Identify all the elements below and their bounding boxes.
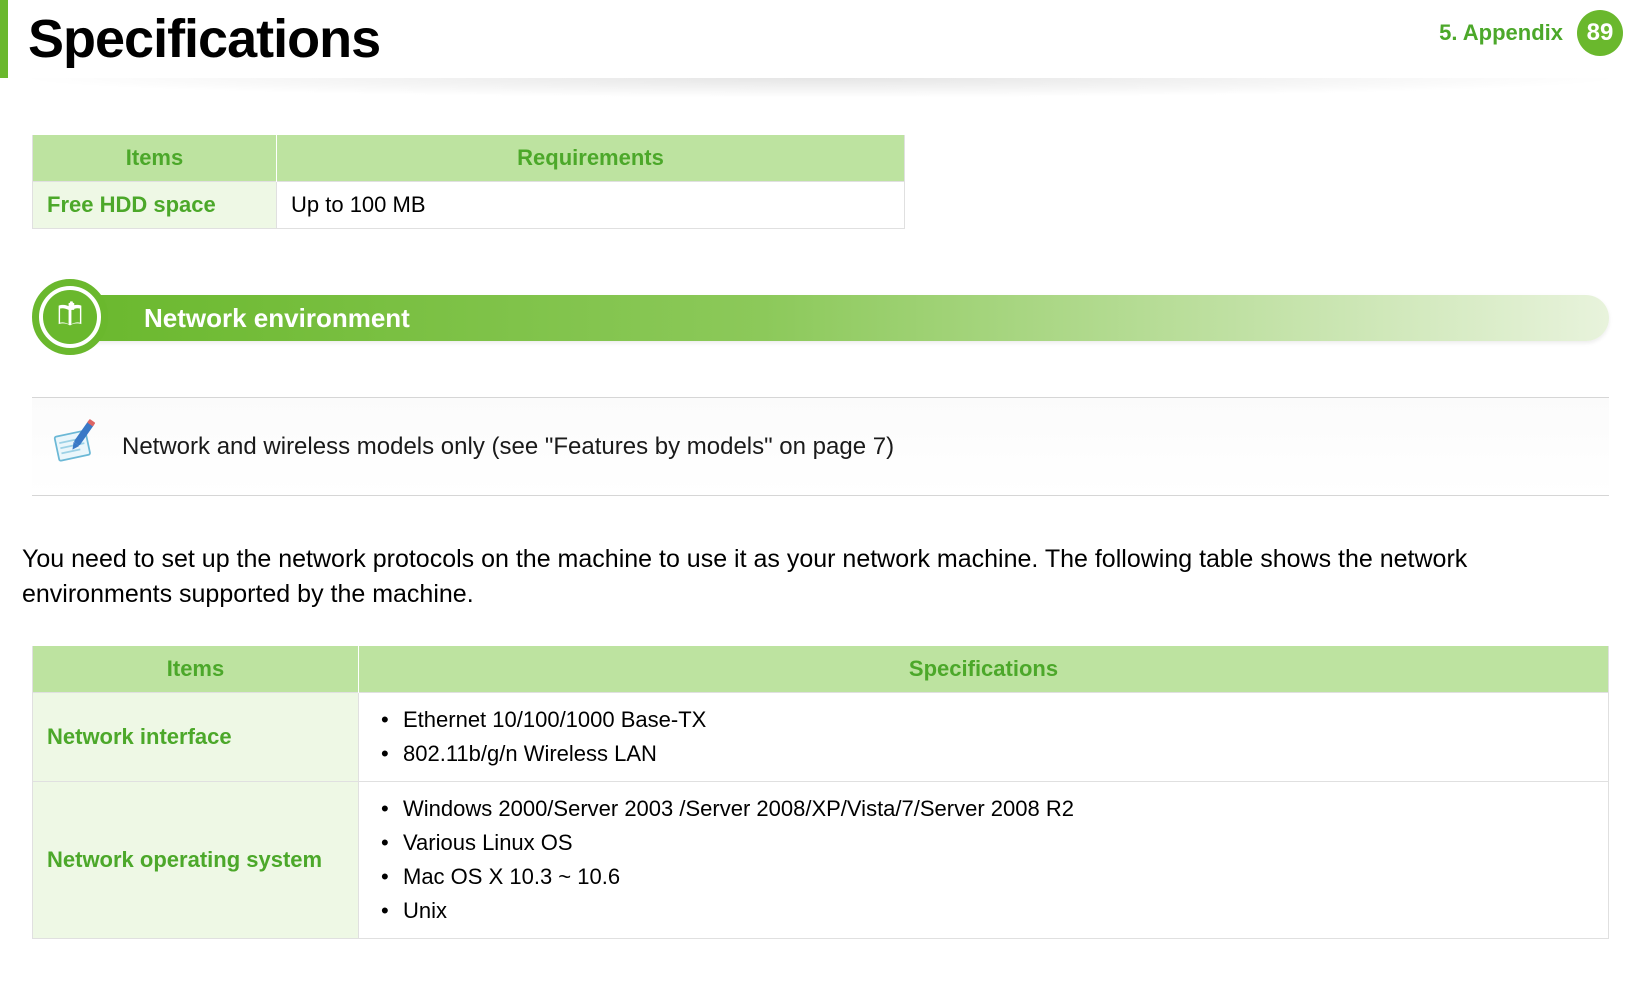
col-items: Items: [33, 646, 359, 693]
section-icon-ring: [32, 279, 108, 355]
table-row: Network interface Ethernet 10/100/1000 B…: [33, 693, 1609, 782]
table-header-row: Items Specifications: [33, 646, 1609, 693]
col-items: Items: [33, 135, 277, 182]
specs-table-container: Items Specifications Network interface E…: [32, 645, 1609, 939]
header-right: 5. Appendix 89: [1439, 10, 1623, 56]
requirements-table-container: Items Requirements Free HDD space Up to …: [32, 134, 1641, 229]
item-cell: Network interface: [33, 693, 359, 782]
value-cell: Up to 100 MB: [277, 182, 905, 229]
value-cell: Ethernet 10/100/1000 Base-TX 802.11b/g/n…: [359, 693, 1609, 782]
page-number-badge: 89: [1577, 10, 1623, 56]
specs-table: Items Specifications Network interface E…: [32, 645, 1609, 939]
header-shadow: [0, 78, 1641, 106]
table-row: Network operating system Windows 2000/Se…: [33, 782, 1609, 939]
value-cell: Windows 2000/Server 2003 /Server 2008/XP…: [359, 782, 1609, 939]
note-box: Network and wireless models only (see "F…: [32, 397, 1609, 496]
list-item: Ethernet 10/100/1000 Base-TX: [397, 703, 1594, 737]
list-item: Mac OS X 10.3 ~ 10.6: [397, 860, 1594, 894]
note-text: Network and wireless models only (see "F…: [122, 433, 894, 461]
book-icon: [43, 290, 97, 344]
section-title: Network environment: [144, 303, 410, 334]
list-item: 802.11b/g/n Wireless LAN: [397, 737, 1594, 771]
chapter-label: 5. Appendix: [1439, 20, 1563, 46]
accent-bar: [0, 0, 8, 78]
col-specs: Specifications: [359, 646, 1609, 693]
table-row: Free HDD space Up to 100 MB: [33, 182, 905, 229]
page-header: Specifications 5. Appendix 89: [0, 0, 1641, 78]
requirements-table: Items Requirements Free HDD space Up to …: [32, 134, 905, 229]
intro-paragraph: You need to set up the network protocols…: [22, 542, 1609, 611]
page-title: Specifications: [28, 8, 380, 70]
section-heading: Network environment: [32, 277, 1609, 357]
item-cell: Network operating system: [33, 782, 359, 939]
note-icon: [44, 416, 100, 477]
col-requirements: Requirements: [277, 135, 905, 182]
spec-list: Windows 2000/Server 2003 /Server 2008/XP…: [373, 792, 1594, 928]
item-cell: Free HDD space: [33, 182, 277, 229]
list-item: Windows 2000/Server 2003 /Server 2008/XP…: [397, 792, 1594, 826]
section-bar: Network environment: [72, 295, 1609, 341]
table-header-row: Items Requirements: [33, 135, 905, 182]
spec-list: Ethernet 10/100/1000 Base-TX 802.11b/g/n…: [373, 703, 1594, 771]
list-item: Various Linux OS: [397, 826, 1594, 860]
page: Specifications 5. Appendix 89 Items Requ…: [0, 0, 1641, 995]
list-item: Unix: [397, 894, 1594, 928]
